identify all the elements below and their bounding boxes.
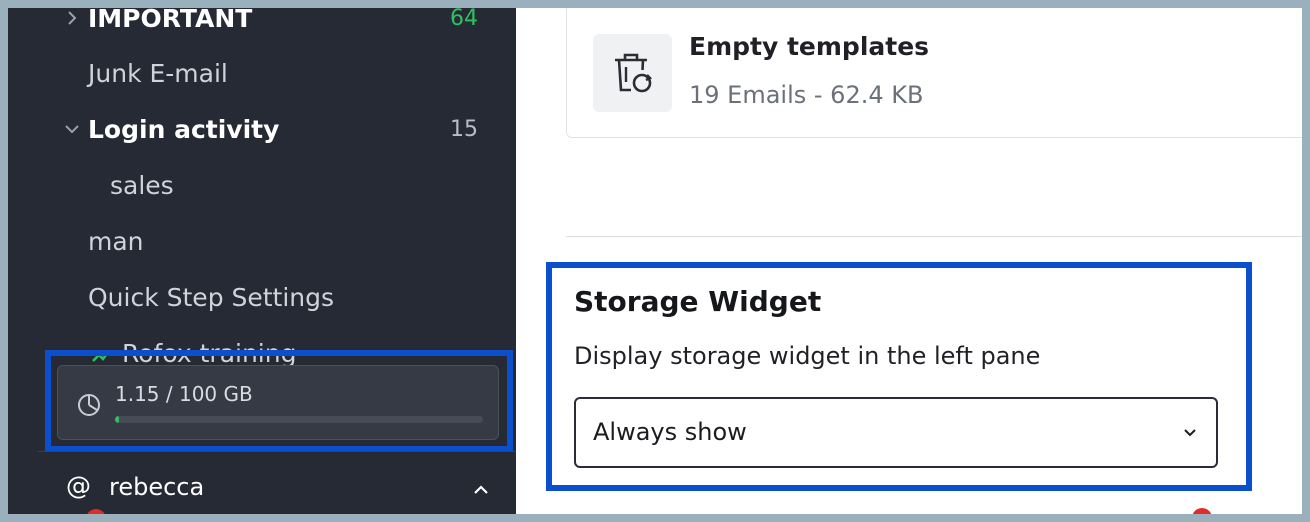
divider <box>38 451 516 452</box>
chevron-down-icon[interactable] <box>64 121 80 137</box>
storage-progress-fill <box>115 416 120 423</box>
chevron-up-icon[interactable] <box>472 481 490 499</box>
section-description: Display storage widget in the left pane <box>574 342 1041 370</box>
sidebar-item-label: sales <box>110 170 174 200</box>
card-subtitle: 19 Emails - 62.4 KB <box>689 81 924 109</box>
select-value: Always show <box>593 418 747 446</box>
notification-badge <box>86 509 106 514</box>
storage-widget[interactable]: 1.15 / 100 GB <box>57 365 499 440</box>
pie-chart-icon <box>78 394 100 416</box>
sidebar-item-label: man <box>88 226 144 256</box>
section-divider <box>566 236 1302 237</box>
empty-templates-card[interactable]: Empty templates 19 Emails - 62.4 KB <box>566 8 1302 138</box>
storage-progress-bar <box>115 416 483 423</box>
sidebar-item-man[interactable]: man <box>8 221 498 261</box>
notification-badge <box>1192 508 1212 514</box>
storage-usage-text: 1.15 / 100 GB <box>115 382 253 406</box>
unread-count: 15 <box>450 116 478 142</box>
account-switcher[interactable]: @ rebecca <box>8 463 516 508</box>
settings-pane: Empty templates 19 Emails - 62.4 KB Stor… <box>516 8 1302 514</box>
sidebar-item-important[interactable]: IMPORTANT 64 <box>8 8 498 38</box>
chevron-down-icon <box>1184 429 1196 437</box>
sidebar: IMPORTANT 64 Junk E-mail Login activity … <box>8 8 516 514</box>
card-title: Empty templates <box>689 32 930 61</box>
sidebar-item-quick-step-settings[interactable]: Quick Step Settings <box>8 277 498 317</box>
account-name: rebecca <box>109 473 205 501</box>
sidebar-item-label: Junk E-mail <box>88 58 228 88</box>
storage-widget-select[interactable]: Always show <box>574 397 1218 468</box>
sidebar-item-junk[interactable]: Junk E-mail <box>8 53 498 93</box>
at-icon: @ <box>66 471 91 500</box>
section-title: Storage Widget <box>574 285 822 318</box>
sidebar-item-label: IMPORTANT <box>88 8 253 33</box>
sidebar-item-label: Quick Step Settings <box>88 282 335 312</box>
app-window: IMPORTANT 64 Junk E-mail Login activity … <box>8 8 1302 514</box>
unread-count: 64 <box>450 8 478 31</box>
sidebar-item-sales[interactable]: sales <box>8 165 498 205</box>
sidebar-item-label: Login activity <box>88 114 280 144</box>
trash-restore-icon <box>615 53 653 93</box>
sidebar-item-login-activity[interactable]: Login activity 15 <box>8 109 498 149</box>
icon-container <box>593 34 672 112</box>
chevron-right-icon[interactable] <box>64 10 80 26</box>
